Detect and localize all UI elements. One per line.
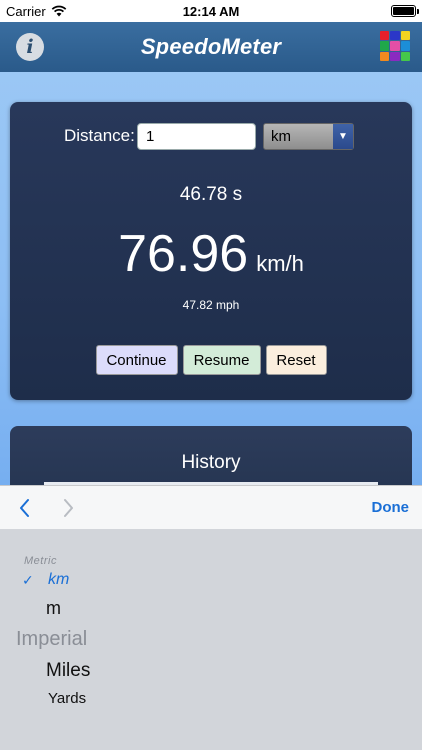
grid-cell	[390, 51, 400, 61]
grid-cell	[400, 41, 410, 51]
color-grid-button[interactable]	[380, 31, 410, 61]
grid-cell	[380, 31, 390, 41]
status-time: 12:14 AM	[182, 3, 240, 19]
grid-cell	[390, 41, 400, 51]
speed-value: 76.96	[118, 225, 249, 283]
reset-button[interactable]: Reset	[265, 345, 327, 375]
grid-cell	[400, 31, 410, 41]
unit-select-value: km	[271, 128, 291, 145]
chevron-right-icon[interactable]	[58, 497, 78, 519]
action-buttons: Continue Resume Reset	[10, 345, 412, 375]
picker-option-yards[interactable]: Yards	[48, 690, 86, 707]
picker-group-imperial: Imperial	[16, 628, 88, 650]
continue-button[interactable]: Continue	[95, 345, 178, 375]
grid-cell	[390, 31, 400, 41]
distance-input[interactable]	[137, 123, 256, 150]
grid-cell	[400, 51, 410, 61]
app-title: SpeedoMeter	[140, 34, 282, 59]
picker-group-metric: Metric	[24, 555, 57, 567]
battery-icon	[391, 5, 419, 17]
resume-button[interactable]: Resume	[182, 345, 261, 375]
input-toolbar: Done	[0, 485, 422, 529]
picker-option-km[interactable]: km	[48, 571, 69, 589]
speed-unit: km/h	[256, 251, 304, 276]
chevron-left-icon[interactable]	[15, 497, 35, 519]
speed-card: Distance: km ▼ 46.78 s 76.96 km/h 47.82 …	[10, 102, 412, 400]
elapsed-time: 46.78 s	[179, 184, 243, 205]
info-icon: i	[26, 36, 34, 58]
picker-option-m[interactable]: m	[46, 598, 61, 619]
distance-label: Distance:	[64, 126, 135, 145]
grid-cell	[380, 51, 390, 61]
status-bar: Carrier 12:14 AM	[0, 0, 422, 22]
chevron-down-icon: ▼	[333, 124, 353, 149]
nav-bar: i SpeedoMeter	[0, 22, 422, 72]
speed-readout: 76.96 km/h	[10, 224, 412, 284]
secondary-speed: 47.82 mph	[182, 298, 240, 312]
unit-picker[interactable]: Metric ✓ km m Imperial Miles Yards	[0, 529, 422, 750]
grid-cell	[380, 41, 390, 51]
checkmark-icon: ✓	[22, 572, 34, 588]
picker-option-miles[interactable]: Miles	[46, 660, 90, 682]
unit-select[interactable]: km ▼	[263, 123, 354, 150]
info-button[interactable]: i	[16, 33, 44, 61]
history-title: History	[181, 452, 241, 473]
done-button[interactable]: Done	[372, 499, 410, 516]
